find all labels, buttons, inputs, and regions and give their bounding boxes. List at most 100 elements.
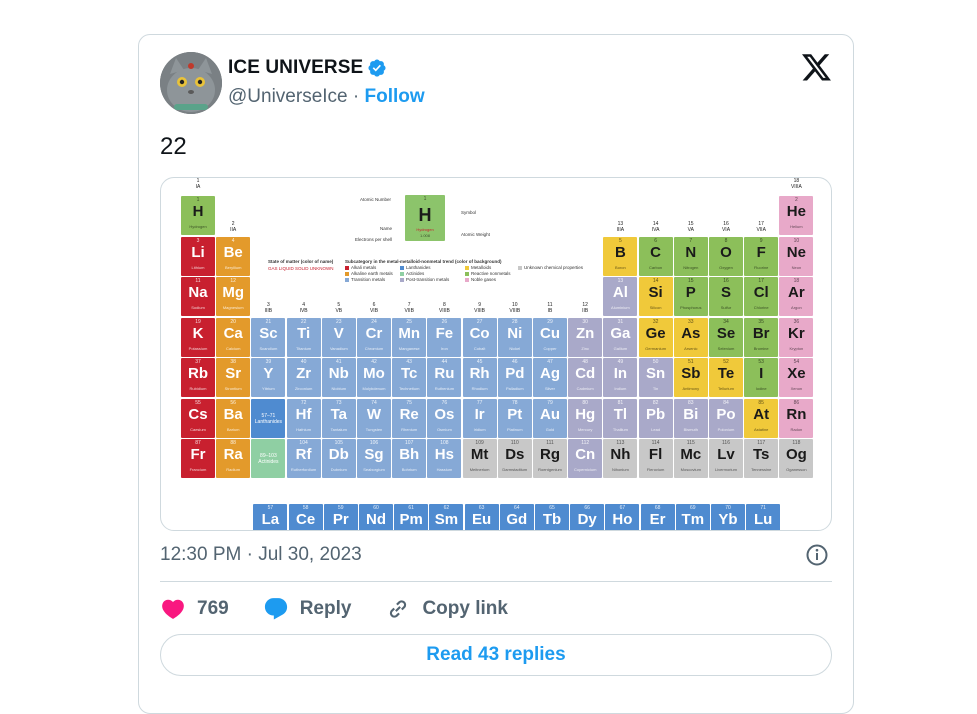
element-name: Darmstadtium bbox=[502, 467, 528, 472]
element-cell: 48 Cd Cadmium bbox=[568, 358, 603, 397]
element-cell: 63EuEuropium bbox=[464, 503, 499, 530]
element-symbol: H bbox=[192, 203, 204, 220]
element-symbol: Og bbox=[785, 446, 807, 463]
element-name: Roentgenium bbox=[538, 467, 562, 472]
element-name: Niobium bbox=[331, 386, 347, 391]
element-cell: 118 Og Oganesson bbox=[779, 439, 814, 478]
element-symbol: Kr bbox=[788, 324, 805, 342]
element-name: Rhenium bbox=[401, 426, 418, 432]
element-name: Sulfur bbox=[720, 305, 732, 310]
legend-swatch bbox=[345, 278, 349, 282]
author-handle[interactable]: @UniverseIce bbox=[228, 86, 348, 107]
element-symbol: Ca bbox=[223, 324, 243, 342]
element-name: Barium bbox=[226, 426, 240, 432]
element-symbol: Er bbox=[649, 510, 666, 528]
author-name[interactable]: ICE UNIVERSE bbox=[228, 57, 363, 79]
element-cell: 13 Al Aluminium bbox=[603, 277, 638, 316]
like-count: 769 bbox=[197, 598, 229, 619]
element-cell: 112 Cn Copernicium bbox=[568, 439, 603, 478]
element-cell: 77 Ir Iridium bbox=[462, 398, 497, 438]
element-symbol: He bbox=[786, 203, 806, 220]
legend-item: Actinides bbox=[406, 271, 425, 276]
avatar[interactable] bbox=[160, 52, 222, 114]
element-name: Boron bbox=[615, 264, 626, 270]
element-cell: 65TbTerbium bbox=[535, 503, 569, 530]
element-name: Potassium bbox=[188, 345, 208, 351]
element-name: Francium bbox=[189, 467, 207, 472]
group-header: 13 IIIA bbox=[616, 220, 625, 233]
element-symbol: Fr bbox=[190, 446, 206, 463]
element-name: Beryllium bbox=[224, 264, 242, 270]
element-cell: 49 In Indium bbox=[603, 358, 638, 397]
element-name: Antimony bbox=[682, 386, 700, 391]
like-button[interactable]: 769 bbox=[160, 596, 229, 622]
reply-button[interactable]: Reply bbox=[263, 596, 351, 622]
element-symbol: Rg bbox=[540, 446, 560, 463]
element-symbol: Ce bbox=[296, 510, 316, 528]
element-symbol: Zr bbox=[296, 365, 312, 382]
copy-link-label: Copy link bbox=[422, 598, 508, 619]
element-symbol: Br bbox=[752, 324, 770, 342]
group-header: 4 IVB bbox=[299, 301, 308, 314]
element-symbol: Rf bbox=[295, 446, 312, 463]
verified-badge-icon bbox=[368, 59, 386, 77]
element-name: Radium bbox=[226, 467, 241, 472]
element-name: Indium bbox=[614, 386, 627, 391]
element-symbol: Fe bbox=[435, 324, 454, 342]
element-cell: 44 Ru Ruthenium bbox=[427, 358, 462, 397]
element-name: Arsenic bbox=[684, 345, 698, 351]
element-name: Phosphorus bbox=[680, 305, 702, 310]
info-icon[interactable] bbox=[805, 543, 829, 567]
read-replies-button[interactable]: Read 43 replies bbox=[160, 634, 832, 676]
element-cell: 9 F Fluorine bbox=[744, 236, 779, 276]
copy-link-button[interactable]: Copy link bbox=[385, 596, 508, 622]
element-cell: 79 Au Gold bbox=[533, 398, 567, 438]
element-symbol: Hs bbox=[434, 446, 454, 463]
element-symbol: Bh bbox=[399, 446, 420, 463]
element-symbol: Mo bbox=[363, 365, 385, 382]
element-cell: 116 Lv Livermorium bbox=[709, 439, 743, 478]
legend-swatch bbox=[400, 272, 404, 276]
element-cell: 76 Os Osmium bbox=[427, 398, 462, 438]
key-example-symbol: H bbox=[418, 205, 432, 225]
element-cell: 75 Re Rhenium bbox=[392, 398, 427, 438]
legend-item: Metalloids bbox=[471, 265, 492, 270]
tweet-media-image[interactable]: 1 H Hydrogen 1.008 Atomic Number Symbol … bbox=[160, 177, 832, 531]
element-symbol: Ds bbox=[505, 446, 525, 463]
legend-swatch bbox=[400, 278, 404, 282]
element-symbol: Rh bbox=[469, 365, 490, 382]
element-name: Molybdenum bbox=[362, 386, 386, 391]
legend-item: Transition metals bbox=[351, 277, 386, 282]
x-logo-icon[interactable] bbox=[802, 54, 832, 82]
element-cell: 20 Ca Calcium bbox=[216, 317, 251, 357]
legend-subcategory-title: Subcategory in the metal-metalloid-nonme… bbox=[345, 259, 502, 264]
element-name: Gallium bbox=[613, 345, 628, 351]
legend-item: Post-transition metals bbox=[406, 277, 450, 282]
element-cell: 82 Pb Lead bbox=[638, 398, 673, 438]
element-symbol: Tm bbox=[681, 510, 705, 528]
element-symbol: Y bbox=[263, 365, 274, 382]
group-header: 11 IB bbox=[547, 301, 553, 314]
element-symbol: Ta bbox=[330, 405, 347, 423]
element-name: Scandium bbox=[259, 345, 278, 351]
element-symbol: Cu bbox=[540, 324, 560, 342]
element-symbol: Ti bbox=[297, 324, 311, 342]
element-symbol: Gd bbox=[506, 510, 528, 528]
element-symbol: Rb bbox=[188, 365, 208, 382]
follow-button[interactable]: Follow bbox=[365, 86, 425, 107]
element-cell: 61PmPromethium bbox=[394, 503, 429, 530]
legend-swatch bbox=[465, 278, 469, 282]
element-symbol: Pm bbox=[399, 510, 423, 528]
element-symbol: La bbox=[261, 510, 280, 528]
element-name: Seaborgium bbox=[363, 467, 385, 472]
element-cell: 117 Ts Tennessine bbox=[744, 439, 779, 478]
element-name: Nihonium bbox=[611, 467, 629, 472]
element-cell: 113 Nh Nihonium bbox=[603, 439, 638, 478]
element-cell: 21 Sc Scandium bbox=[251, 317, 286, 357]
element-name: Tin bbox=[652, 386, 659, 391]
action-bar: 769 Reply Copy link bbox=[160, 596, 542, 622]
group-header: 8 VIIIB bbox=[438, 301, 450, 314]
tweet-timestamp[interactable]: 12:30 PM · Jul 30, 2023 bbox=[160, 544, 362, 566]
element-cell: 78 Pt Platinum bbox=[497, 398, 532, 438]
group-header: 1 IA bbox=[195, 178, 201, 190]
